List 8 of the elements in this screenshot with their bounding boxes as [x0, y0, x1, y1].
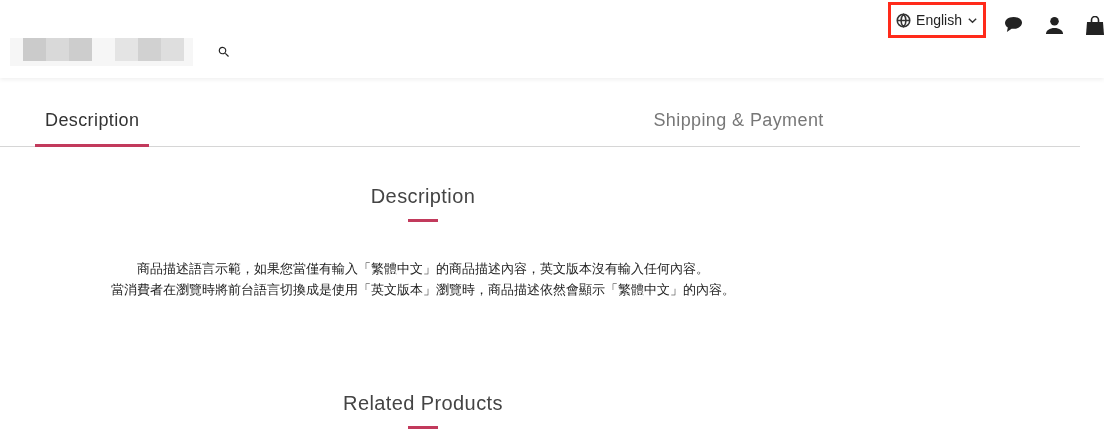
globe-icon — [896, 12, 912, 28]
section-title: Related Products — [343, 392, 503, 416]
section-title: Description — [370, 185, 476, 209]
language-selector[interactable]: English — [888, 2, 986, 38]
search-icon[interactable] — [217, 45, 231, 59]
tab[interactable]: Description — [35, 100, 150, 147]
tab[interactable]: Shipping & Payment — [643, 100, 834, 147]
description-text: 商品描述語言示範，如果您當僅有輸入「繁體中文」的商品描述內容，英文版本沒有輸入任何內容。 當消費者在瀏覽時將前台語言切換成是使用「英文版本」瀏覽時，商品描述依然會顯示「繁體中文」的內容。 — [111, 260, 735, 299]
